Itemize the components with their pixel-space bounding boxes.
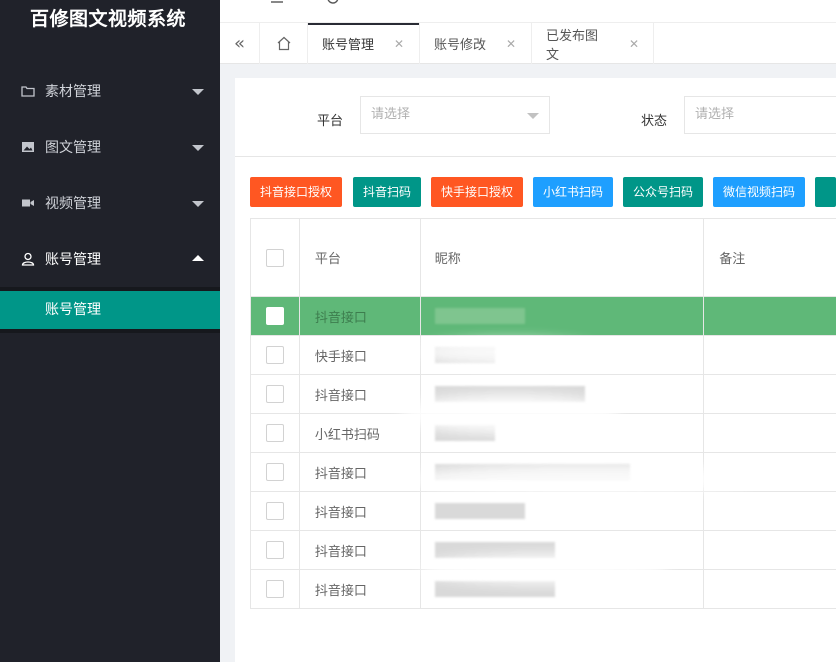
- sidebar-item-material[interactable]: 素材管理: [0, 63, 220, 119]
- sidebar: 百修图文视频系统 素材管理 图文管理 视频管理 账号管理 账号管理: [0, 0, 220, 662]
- status-filter-label: 状态: [641, 114, 668, 129]
- nickname-cell: [421, 492, 705, 530]
- redaction-smudge: [420, 339, 600, 365]
- note-cell: [704, 414, 836, 452]
- redaction-smudge: [410, 464, 760, 494]
- nickname-cell: [421, 297, 705, 335]
- sidebar-item-label: 图文管理: [45, 140, 101, 156]
- platform-cell: 小红书扫码: [300, 414, 421, 452]
- redacted-nickname: [434, 503, 525, 519]
- chevron-down-icon: [192, 89, 204, 95]
- xiaohongshu-scan-button[interactable]: 小红书扫码: [533, 177, 614, 207]
- chevron-down-icon: [192, 201, 204, 207]
- tab-published-graphics[interactable]: 已发布图文 ✕: [532, 23, 654, 64]
- row-checkbox[interactable]: [265, 541, 284, 559]
- wechat-official-scan-button[interactable]: 公众号扫码: [623, 177, 704, 207]
- redaction-smudge: [420, 554, 670, 584]
- platform-cell: 快手接口: [300, 336, 421, 374]
- table-row[interactable]: 抖音接口: [251, 297, 836, 336]
- platform-cell: 抖音接口: [300, 492, 421, 530]
- chevron-up-icon: [192, 255, 204, 261]
- column-header-nickname[interactable]: 昵称: [421, 219, 705, 296]
- row-checkbox[interactable]: [265, 424, 284, 442]
- tabs-scroll-left-icon[interactable]: «: [220, 23, 260, 64]
- platform-select[interactable]: 请选择: [360, 96, 550, 134]
- douyin-scan-button[interactable]: 抖音扫码: [353, 177, 422, 207]
- column-header-platform[interactable]: 平台: [300, 219, 421, 296]
- wechat-video-scan-button[interactable]: 微信视频扫码: [713, 177, 806, 207]
- menu-toggle-icon[interactable]: [270, 0, 284, 9]
- note-cell: [704, 492, 836, 530]
- row-checkbox[interactable]: [265, 502, 284, 520]
- platform-filter-label: 平台: [317, 114, 344, 129]
- home-icon[interactable]: [260, 23, 308, 64]
- tab-account-edit[interactable]: 账号修改 ✕: [420, 23, 532, 64]
- image-icon: [20, 139, 36, 155]
- platform-cell: 抖音接口: [300, 570, 421, 608]
- sidebar-item-video[interactable]: 视频管理: [0, 175, 220, 231]
- table-row[interactable]: 抖音接口: [251, 492, 836, 531]
- platform-cell: 抖音接口: [300, 297, 421, 335]
- select-all-cell: [251, 219, 300, 296]
- row-checkbox[interactable]: [265, 346, 284, 364]
- note-cell: [704, 531, 836, 569]
- douyin-api-auth-button[interactable]: 抖音接口授权: [250, 177, 343, 207]
- tab-bar: « 账号管理 ✕ 账号修改 ✕ 已发布图文 ✕: [220, 22, 836, 64]
- column-header-note[interactable]: 备注: [704, 219, 836, 296]
- sidebar-item-label: 账号管理: [45, 252, 101, 268]
- row-checkbox[interactable]: [265, 463, 284, 481]
- note-cell: [704, 336, 836, 374]
- tab-label: 已发布图文: [546, 28, 599, 63]
- select-all-checkbox[interactable]: [265, 248, 284, 267]
- sidebar-item-graphics[interactable]: 图文管理: [0, 119, 220, 175]
- sidebar-item-label: 素材管理: [45, 84, 101, 100]
- row-checkbox[interactable]: [265, 580, 284, 598]
- sidebar-item-label: 视频管理: [45, 196, 101, 212]
- chevron-down-icon: [192, 145, 204, 151]
- main-content: 平台 请选择 状态 请选择 抖音接口授权 抖音扫码 快手接口授权 小红书扫码 公…: [220, 64, 836, 662]
- video-camera-icon: [20, 195, 36, 211]
- table-toolbar: 抖音接口授权 抖音扫码 快手接口授权 小红书扫码 公众号扫码 微信视频扫码: [250, 167, 836, 219]
- note-cell: [704, 375, 836, 413]
- account-submenu: 账号管理: [0, 287, 220, 333]
- sidebar-menu: 素材管理 图文管理 视频管理 账号管理 账号管理: [0, 63, 220, 333]
- table-header-row: 平台 昵称 备注: [251, 219, 836, 297]
- redaction-smudge: [400, 394, 620, 434]
- platform-select-placeholder: 请选择: [371, 107, 411, 122]
- status-select[interactable]: 请选择: [684, 96, 836, 134]
- platform-cell: 抖音接口: [300, 531, 421, 569]
- kuaishou-api-auth-button[interactable]: 快手接口授权: [431, 177, 524, 207]
- tab-label: 账号修改: [434, 38, 487, 53]
- status-select-placeholder: 请选择: [695, 107, 735, 122]
- user-icon: [20, 251, 36, 267]
- app-title: 百修图文视频系统: [30, 8, 187, 30]
- sidebar-item-account[interactable]: 账号管理: [0, 231, 220, 287]
- tab-account-manage[interactable]: 账号管理 ✕: [308, 23, 420, 64]
- note-cell: [704, 570, 836, 608]
- row-checkbox[interactable]: [265, 307, 284, 325]
- close-icon[interactable]: ✕: [506, 37, 516, 51]
- platform-cell: 抖音接口: [300, 375, 421, 413]
- chevron-down-icon: [527, 113, 539, 119]
- tab-label: 账号管理: [322, 38, 375, 53]
- submenu-item-account-manage[interactable]: 账号管理: [0, 291, 220, 329]
- redacted-nickname: [434, 308, 525, 324]
- refresh-icon[interactable]: [326, 0, 340, 9]
- platform-cell: 抖音接口: [300, 453, 421, 491]
- row-checkbox[interactable]: [265, 385, 284, 403]
- filter-panel: 平台 请选择 状态 请选择: [235, 78, 836, 156]
- note-cell: [704, 297, 836, 335]
- top-header: [220, 0, 836, 22]
- more-toolbar-button[interactable]: [815, 177, 836, 207]
- close-icon[interactable]: ✕: [394, 37, 404, 51]
- folder-icon: [20, 83, 36, 99]
- close-icon[interactable]: ✕: [629, 37, 639, 51]
